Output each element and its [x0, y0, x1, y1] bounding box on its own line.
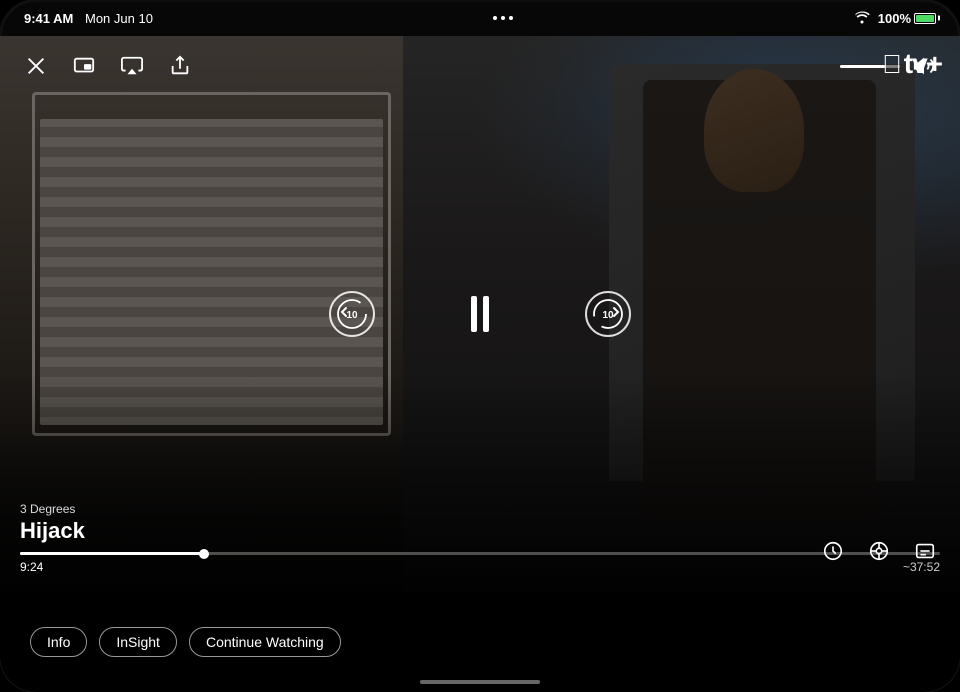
home-indicator[interactable] — [420, 680, 540, 684]
show-title: Hijack — [20, 518, 940, 544]
continue-watching-button[interactable]: Continue Watching — [189, 627, 341, 657]
apple-icon:  — [882, 49, 901, 80]
battery-fill — [916, 15, 934, 22]
pip-button[interactable] — [68, 50, 100, 82]
battery-indicator: 100% — [878, 11, 936, 26]
video-player[interactable]:  tv+ 10 — [0, 36, 960, 592]
airplay-button[interactable] — [116, 50, 148, 82]
progress-container[interactable]: 9:24 ~37:52 — [20, 552, 940, 574]
wifi-icon — [854, 10, 870, 27]
date-display: Mon Jun 10 — [85, 11, 153, 26]
volume-fill — [840, 65, 885, 68]
progress-fill — [20, 552, 204, 555]
top-controls — [0, 36, 960, 96]
svg-text:10: 10 — [602, 310, 614, 321]
status-center — [493, 16, 513, 20]
playback-speed-button[interactable] — [818, 536, 848, 566]
pause-button[interactable] — [455, 289, 505, 339]
dot2 — [501, 16, 505, 20]
status-bar: 9:41 AM Mon Jun 10 100% — [0, 0, 960, 36]
status-time: 9:41 AM Mon Jun 10 — [24, 11, 153, 26]
pause-icon — [471, 296, 489, 332]
dot3 — [509, 16, 513, 20]
dot1 — [493, 16, 497, 20]
top-left-controls — [20, 50, 196, 82]
bottom-panel: Info InSight Continue Watching — [0, 592, 960, 692]
apple-tv-logo:  tv+ — [882, 48, 942, 80]
ipad-frame: 9:41 AM Mon Jun 10 100% — [0, 0, 960, 692]
time-row: 9:24 ~37:52 — [20, 560, 940, 574]
progress-bar[interactable] — [20, 552, 940, 555]
tv-logo-text: tv+ — [904, 48, 942, 80]
center-playback-controls: 10 10 — [329, 289, 631, 339]
bottom-overlay: 3 Degrees Hijack 9:24 ~37:52 — [0, 502, 960, 592]
progress-scrubber[interactable] — [199, 549, 209, 559]
subtitles-button[interactable] — [910, 536, 940, 566]
info-button[interactable]: Info — [30, 627, 87, 657]
battery-percent: 100% — [878, 11, 911, 26]
skip-forward-circle: 10 — [585, 291, 631, 337]
insight-button[interactable]: InSight — [99, 627, 177, 657]
show-info: 3 Degrees Hijack — [20, 502, 940, 544]
show-subtitle: 3 Degrees — [20, 502, 940, 516]
battery-icon — [914, 13, 936, 24]
right-bottom-controls — [818, 536, 940, 566]
share-button[interactable] — [164, 50, 196, 82]
status-right: 100% — [854, 10, 936, 27]
skip-back-button[interactable]: 10 — [329, 291, 375, 337]
pause-bar-right — [483, 296, 489, 332]
audio-options-button[interactable] — [864, 536, 894, 566]
close-button[interactable] — [20, 50, 52, 82]
skip-forward-button[interactable]: 10 — [585, 291, 631, 337]
svg-text:10: 10 — [346, 310, 358, 321]
time-display: 9:41 AM — [24, 11, 73, 26]
pause-bar-left — [471, 296, 477, 332]
skip-back-circle: 10 — [329, 291, 375, 337]
current-time: 9:24 — [20, 560, 43, 574]
